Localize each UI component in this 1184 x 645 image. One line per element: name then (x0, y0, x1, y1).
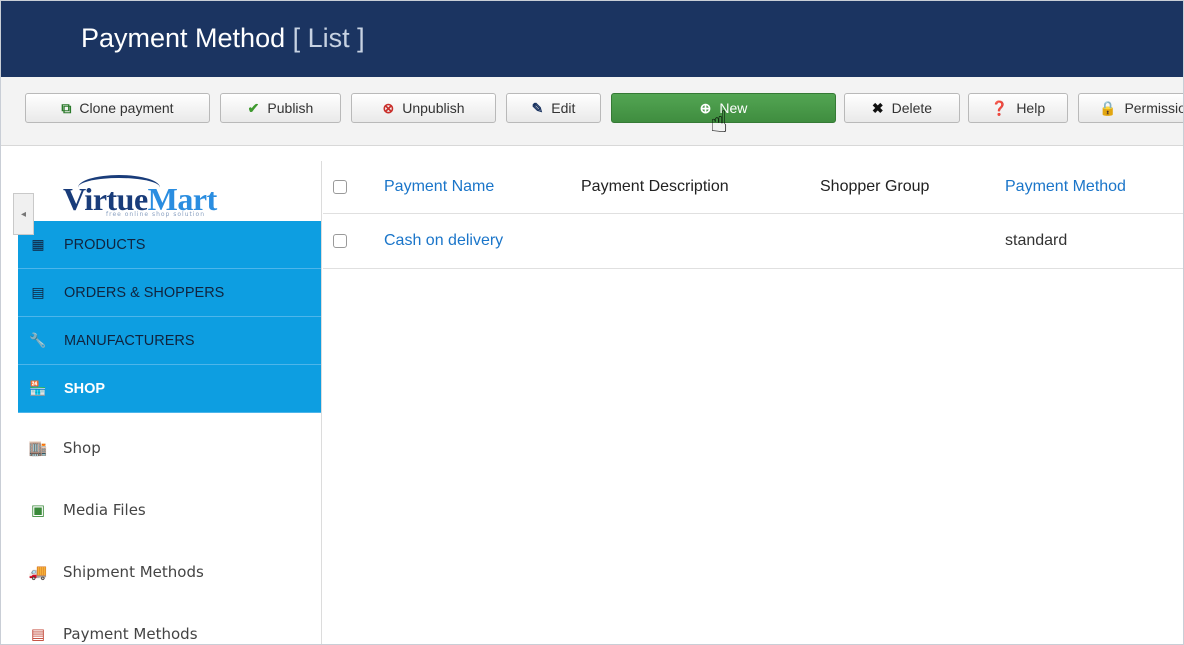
wrench-icon: 🔧 (29, 332, 47, 348)
page-header: Payment Method [ List ] (1, 1, 1183, 77)
check-icon: ✔ (247, 99, 260, 116)
payment-method-cell: standard (1005, 232, 1068, 249)
payment-methods-table: Payment Name Payment Description Shopper… (323, 161, 1183, 269)
help-button[interactable]: ❓ Help (968, 93, 1068, 123)
publish-label: Publish (267, 100, 314, 116)
orders-icon: ▤ (31, 284, 45, 300)
sidebar: VirtueMart free online shop solution ▦ P… (18, 161, 322, 644)
column-header-payment-name[interactable]: Payment Name (384, 161, 494, 213)
submenu-item-shipment-methods[interactable]: 🚚 Shipment Methods (18, 541, 321, 603)
sidebar-item-products[interactable]: ▦ PRODUCTS (18, 221, 321, 269)
products-icon: ▦ (31, 236, 45, 252)
toolbar: ⧉ Clone payment ✔ Publish ⊗ Unpublish ✎ … (1, 77, 1183, 146)
sidebar-item-label: SHOP (64, 380, 106, 397)
page-title-main: Payment Method (81, 23, 286, 53)
permissions-label: Permissions (1124, 100, 1183, 116)
shop-icon: 🏪 (29, 380, 47, 396)
page-title: Payment Method [ List ] (81, 23, 365, 54)
delete-label: Delete (891, 100, 933, 116)
submenu-item-label: Media Files (63, 501, 146, 519)
edit-label: Edit (551, 100, 576, 116)
sidebar-item-label: ORDERS & SHOPPERS (64, 284, 225, 301)
shop-icon: 🏬 (28, 439, 48, 457)
sidebar-item-manufacturers[interactable]: 🔧 MANUFACTURERS (18, 317, 321, 365)
question-icon: ❓ (990, 99, 1009, 116)
submenu-item-label: Shop (63, 439, 101, 457)
submenu-item-payment-methods[interactable]: ▤ Payment Methods (18, 603, 321, 644)
x-icon: ✖ (871, 99, 884, 116)
logo-tagline: free online shop solution (106, 211, 206, 218)
submenu-item-shop[interactable]: 🏬 Shop (18, 417, 321, 479)
edit-button[interactable]: ✎ Edit (506, 93, 601, 123)
publish-button[interactable]: ✔ Publish (220, 93, 341, 123)
payment-icon: ▤ (30, 625, 46, 643)
column-header-payment-method[interactable]: Payment Method (1005, 161, 1126, 213)
row-checkbox[interactable] (333, 234, 347, 248)
clone-icon: ⧉ (61, 99, 72, 116)
submenu-item-label: Shipment Methods (63, 563, 204, 581)
submenu-item-label: Payment Methods (63, 625, 198, 643)
permissions-button[interactable]: 🔒 Permissions (1078, 93, 1183, 123)
row-checkbox-cell (333, 214, 347, 268)
app-window: Payment Method [ List ] ⧉ Clone payment … (0, 0, 1184, 645)
sidebar-nav: ▦ PRODUCTS ▤ ORDERS & SHOPPERS 🔧 MANUFAC… (18, 221, 321, 413)
delete-button[interactable]: ✖ Delete (844, 93, 960, 123)
sidebar-item-label: MANUFACTURERS (64, 332, 195, 349)
clone-payment-button[interactable]: ⧉ Clone payment (25, 93, 210, 123)
unpublish-icon: ⊗ (382, 99, 395, 116)
table-row: Cash on delivery standard (323, 213, 1183, 269)
sidebar-item-label: PRODUCTS (64, 236, 146, 253)
select-all-checkbox[interactable] (333, 180, 347, 194)
media-icon: ▣ (30, 501, 46, 519)
unpublish-button[interactable]: ⊗ Unpublish (351, 93, 496, 123)
help-label: Help (1016, 100, 1046, 116)
sidebar-item-shop[interactable]: 🏪 SHOP (18, 365, 321, 413)
clone-payment-label: Clone payment (79, 100, 174, 116)
column-header-payment-description: Payment Description (581, 178, 729, 195)
sidebar-collapse-handle[interactable]: ◂ (13, 193, 34, 235)
truck-icon: 🚚 (28, 563, 48, 581)
table-header: Payment Name Payment Description Shopper… (323, 161, 1183, 213)
submenu-item-media-files[interactable]: ▣ Media Files (18, 479, 321, 541)
page-title-sub: [ List ] (292, 23, 365, 53)
lock-icon: 🔒 (1099, 99, 1117, 116)
select-all-checkbox-cell (333, 161, 347, 213)
unpublish-label: Unpublish (402, 100, 465, 116)
edit-icon: ✎ (531, 99, 544, 116)
sidebar-item-orders-shoppers[interactable]: ▤ ORDERS & SHOPPERS (18, 269, 321, 317)
hand-cursor-icon: ☝ (710, 105, 729, 140)
payment-name-link[interactable]: Cash on delivery (384, 214, 503, 268)
shop-submenu: 🏬 Shop ▣ Media Files 🚚 Shipment Methods … (18, 417, 321, 644)
column-header-shopper-group: Shopper Group (820, 178, 930, 195)
